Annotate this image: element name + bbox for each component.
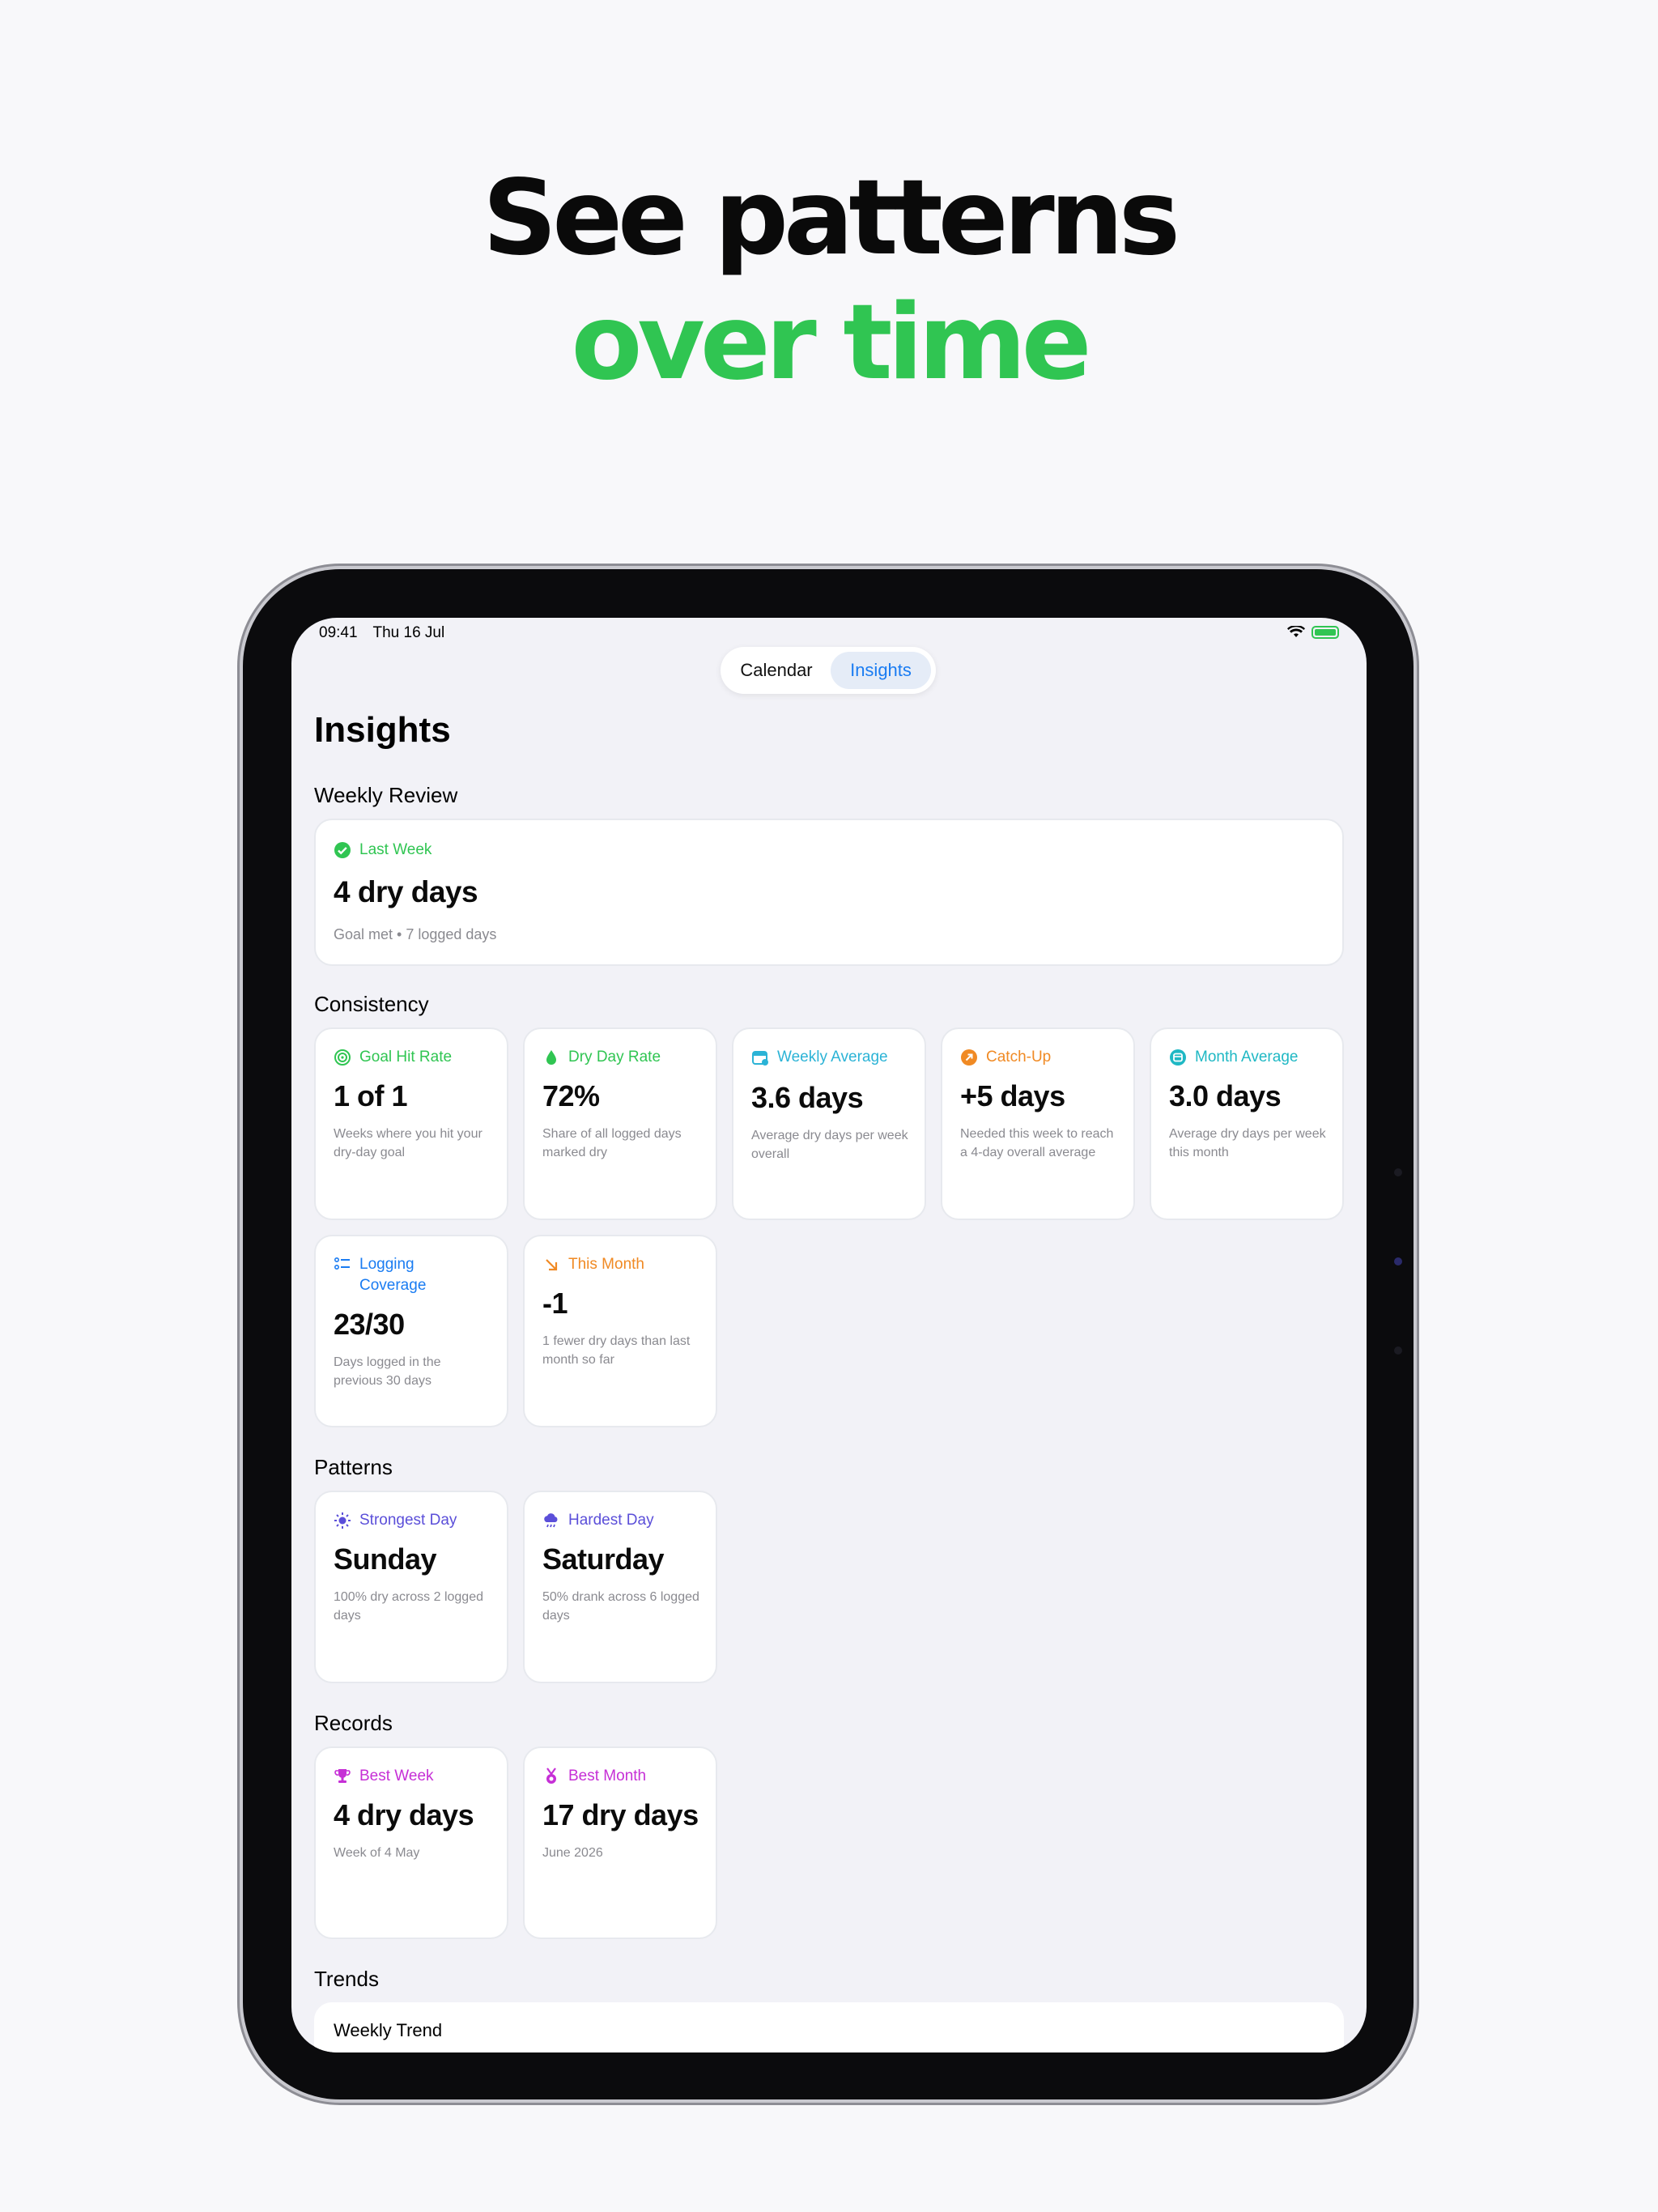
card-hardest-day[interactable]: Hardest Day Saturday 50% drank across 6 …: [523, 1491, 717, 1683]
card-description: Average dry days per week this month: [1169, 1127, 1326, 1159]
card-month-average[interactable]: Month Average 3.0 days Average dry days …: [1150, 1027, 1344, 1220]
card-value: 4 dry days: [334, 1798, 474, 1831]
card-best-week[interactable]: Best Week 4 dry days Week of 4 May: [314, 1746, 508, 1939]
card-value: 23/30: [334, 1308, 405, 1341]
card-description: 1 fewer dry days than last month so far: [542, 1334, 691, 1367]
card-goal-hit-rate[interactable]: Goal Hit Rate 1 of 1 Weeks where you hit…: [314, 1027, 508, 1220]
arrow-circle-icon: [961, 1049, 977, 1066]
card-label: Catch-Up: [986, 1049, 1052, 1066]
card-best-month[interactable]: Best Month 17 dry days June 2026: [523, 1746, 717, 1939]
weekly-review-card[interactable]: Last Week 4 dry days Goal met • 7 logged…: [314, 819, 1344, 966]
medal-icon: [546, 1767, 556, 1784]
sun-icon: [334, 1512, 351, 1529]
card-value: 17 dry days: [542, 1798, 699, 1831]
card-strongest-day[interactable]: Strongest Day Sunday 100% dry across 2 l…: [314, 1491, 508, 1683]
tab-insights[interactable]: Insights: [831, 652, 931, 689]
card-description: Week of 4 May: [334, 1846, 420, 1860]
card-value: -1: [542, 1287, 568, 1320]
weekly-review-value: 4 dry days: [334, 875, 478, 908]
status-date: Thu 16 Jul: [372, 624, 445, 641]
headline-line-1: See patterns: [483, 158, 1180, 279]
section-records: Records: [314, 1711, 393, 1735]
app-screen: 09:41 Thu 16 Jul Calendar Insights Insig…: [291, 618, 1367, 2052]
tab-calendar[interactable]: Calendar: [725, 652, 827, 689]
card-label: Goal Hit Rate: [359, 1049, 453, 1066]
card-this-month[interactable]: This Month -1 1 fewer dry days than last…: [523, 1235, 717, 1427]
section-trends: Trends: [314, 1967, 379, 1991]
weekly-trend-title: Weekly Trend: [334, 2020, 443, 2040]
card-description: June 2026: [542, 1846, 603, 1860]
status-icons: [1287, 626, 1339, 639]
side-camera: [1384, 1136, 1412, 1379]
weekly-review-detail: Goal met • 7 logged days: [334, 926, 497, 942]
battery-icon: [1312, 626, 1339, 639]
card-label: Strongest Day: [359, 1512, 457, 1529]
card-value: 3.6 days: [751, 1081, 864, 1114]
card-description: Days logged in the previous 30 days: [334, 1355, 441, 1388]
card-weekly-average[interactable]: Weekly Average 3.6 days Average dry days…: [732, 1027, 926, 1220]
card-value: Saturday: [542, 1542, 665, 1576]
month-icon: [1170, 1049, 1186, 1066]
calendar-icon: [752, 1051, 768, 1066]
card-label: Logging Coverage: [359, 1256, 427, 1294]
card-catch-up[interactable]: Catch-Up +5 days Needed this week to rea…: [941, 1027, 1135, 1220]
cloud-rain-icon: [544, 1513, 558, 1528]
arrow-down-right-icon: [546, 1259, 558, 1271]
checkmark-circle-icon: [334, 842, 351, 858]
card-label: Dry Day Rate: [568, 1049, 661, 1066]
target-icon: [334, 1049, 351, 1066]
card-label: Hardest Day: [568, 1512, 654, 1529]
page-title: Insights: [314, 710, 451, 750]
card-dry-day-rate[interactable]: Dry Day Rate 72% Share of all logged day…: [523, 1027, 717, 1220]
ipad-device: 09:41 Thu 16 Jul Calendar Insights Insig…: [243, 569, 1414, 2099]
card-logging-coverage[interactable]: Logging Coverage 23/30 Days logged in th…: [314, 1235, 508, 1427]
wifi-icon: [1287, 626, 1305, 637]
card-value: 72%: [542, 1079, 600, 1112]
card-value: Sunday: [334, 1542, 437, 1576]
card-description: Average dry days per week overall: [751, 1129, 908, 1161]
card-description: Weeks where you hit your dry-day goal: [334, 1127, 483, 1159]
section-patterns: Patterns: [314, 1455, 393, 1479]
card-label: Best Month: [568, 1767, 647, 1784]
weekly-review-label: Last Week: [359, 841, 432, 858]
card-description: Needed this week to reach a 4-day overal…: [960, 1127, 1114, 1159]
card-label: This Month: [568, 1256, 644, 1273]
card-description: Share of all logged days marked dry: [542, 1127, 682, 1159]
section-weekly-review: Weekly Review: [314, 783, 458, 807]
card-label: Weekly Average: [777, 1049, 888, 1066]
drop-icon: [546, 1050, 556, 1065]
list-icon: [334, 1257, 350, 1270]
card-label: Best Week: [359, 1767, 434, 1784]
card-value: +5 days: [960, 1079, 1065, 1112]
card-value: 1 of 1: [334, 1079, 408, 1112]
section-consistency: Consistency: [314, 992, 429, 1016]
view-switcher[interactable]: Calendar Insights: [721, 647, 936, 694]
card-description: 100% dry across 2 logged days: [334, 1590, 483, 1623]
headline-line-2: over time: [571, 283, 1091, 403]
trophy-icon: [334, 1769, 351, 1783]
card-label: Month Average: [1195, 1049, 1299, 1066]
card-value: 3.0 days: [1169, 1079, 1282, 1112]
status-time: 09:41: [319, 624, 358, 641]
status-bar: 09:41 Thu 16 Jul: [319, 624, 456, 642]
card-description: 50% drank across 6 logged days: [542, 1590, 699, 1623]
weekly-trend-card[interactable]: Weekly Trend: [314, 2002, 1344, 2052]
